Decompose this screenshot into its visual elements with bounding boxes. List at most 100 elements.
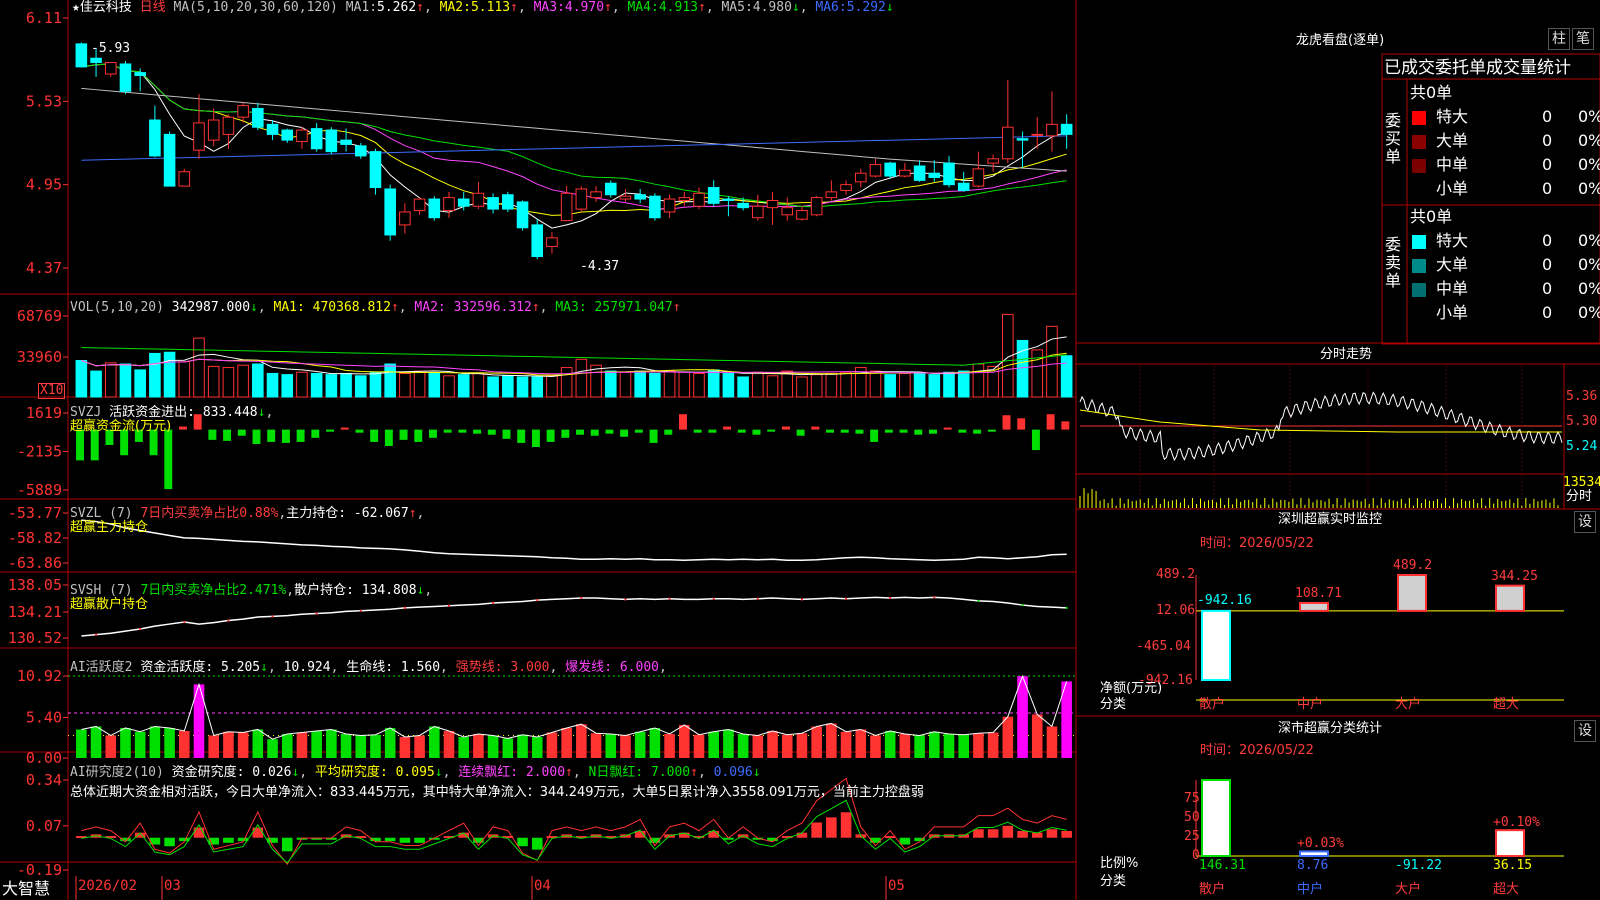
- svzj-bar: [326, 429, 334, 432]
- monitor-tick-3: -465.04: [1136, 639, 1191, 654]
- svzj-bar: [223, 429, 232, 441]
- svzj-bar: [899, 429, 908, 433]
- svzl-arrow: ↑: [408, 506, 417, 521]
- candle-body: [737, 202, 749, 209]
- candle-body: [384, 188, 396, 236]
- ma4-name: MA4: [627, 0, 652, 15]
- x-axis-label: 05: [888, 878, 905, 894]
- svzj-bar: [737, 429, 746, 433]
- svsh-dot: [315, 612, 318, 615]
- monitor-settings-button[interactable]: 设: [1574, 511, 1596, 533]
- ai-last-arrow: ↓: [752, 765, 761, 780]
- svzl-tick: -58.82: [8, 529, 62, 547]
- dragon-header: 已成交委托单成交量统计: [1384, 58, 1571, 78]
- volume-bar: [546, 375, 558, 398]
- svzj-bar: [781, 426, 790, 430]
- buy-total: 共0单: [1410, 83, 1453, 102]
- tick-view-button[interactable]: 笔: [1572, 28, 1594, 50]
- candle-body: [957, 182, 970, 191]
- svsh-dot: [933, 596, 936, 599]
- ai-red-label: 连续飘红: [458, 765, 511, 780]
- buy-row-label: 小单: [1436, 179, 1469, 198]
- svzj-bar: [531, 429, 540, 448]
- ai-active-bar: [267, 739, 278, 758]
- ai-research-bar: [1017, 830, 1028, 838]
- volume-bar: [384, 363, 396, 398]
- buy-row-count: 0: [1542, 179, 1553, 198]
- svzj-tick: -5889: [17, 481, 62, 499]
- stock-star-icon: ★: [72, 0, 80, 15]
- price-tick: 4.37: [26, 259, 62, 277]
- svsh-value: 134.808: [361, 583, 417, 598]
- ai-strong-label: 强势线: [455, 660, 495, 675]
- ai-research-bar: [414, 837, 425, 843]
- ai-research-header: AI研究度2(10) 资金研究度: 0.026↓, 平均研究度: 0.095↓,…: [70, 765, 761, 780]
- sell-row-label: 大单: [1436, 255, 1469, 274]
- ai-active-bar: [370, 734, 381, 758]
- classify-axis-label2: 分类: [1100, 874, 1127, 889]
- svzj-bar: [884, 429, 893, 433]
- price-tick: 4.95: [26, 176, 62, 194]
- intraday-tick-2: 5.30: [1566, 414, 1598, 429]
- candle-body: [928, 172, 941, 178]
- vol-title: VOL(5,10,20): [70, 300, 164, 315]
- ai-research-bar: [252, 827, 264, 838]
- classify-settings-button[interactable]: 设: [1574, 720, 1596, 742]
- classify-bar-label: +0.10%: [1493, 815, 1540, 831]
- svsh-dot: [536, 599, 539, 602]
- svsh-dot: [1021, 604, 1024, 607]
- high-label: -5.93: [91, 41, 130, 56]
- svzj-bar: [399, 429, 408, 440]
- volume-bar: [1060, 355, 1073, 398]
- ma3-name: MA3: [533, 0, 558, 15]
- ai-active-bar: [605, 733, 617, 758]
- buy-row-pct: 0%: [1578, 155, 1600, 174]
- svzj-bar: [840, 429, 849, 433]
- ai-research-bar: [899, 837, 911, 845]
- candle-body: [840, 184, 852, 191]
- volume-bar: [825, 372, 838, 398]
- volume-bar: [516, 376, 529, 398]
- ai-research-bar: [164, 837, 175, 847]
- svzj-bar: [517, 429, 526, 443]
- ai-active-bar: [679, 724, 690, 758]
- candle-body: [899, 169, 911, 177]
- vol-ma3-value: 257971.047: [594, 300, 673, 315]
- ai-research-bar: [267, 837, 278, 843]
- volume-bar: [428, 372, 441, 398]
- volume-bar: [884, 374, 896, 398]
- volume-bar: [604, 370, 617, 398]
- candle-body: [443, 197, 455, 212]
- classify-bar: [1299, 850, 1329, 858]
- volume-bar: [972, 363, 985, 398]
- ai-active-bar: [487, 735, 499, 758]
- volume-bar: [207, 365, 220, 398]
- ai-active-bar: [340, 733, 352, 758]
- ai-active-header: AI活跃度2 资金活跃度: 5.205↓, 10.924, 生命线: 1.560…: [70, 660, 667, 675]
- monitor-bar: [1495, 584, 1525, 612]
- volume-bar: [1016, 339, 1029, 398]
- period-label[interactable]: 日线: [140, 0, 166, 15]
- svsh-dot: [624, 598, 627, 601]
- sell-row-count: 0: [1542, 303, 1553, 322]
- candle-body: [413, 198, 426, 212]
- ai-active-bar: [326, 729, 337, 758]
- monitor-bar: [1299, 601, 1329, 612]
- vol-ma1-arrow: ↑: [390, 300, 399, 315]
- bar-view-button[interactable]: 柱: [1548, 28, 1570, 50]
- ai-research-label: 资金研究度: [171, 765, 237, 780]
- candle-body: [796, 210, 808, 220]
- candle-body: [457, 198, 470, 207]
- dragon-title: 龙虎看盘(逐单): [1296, 33, 1385, 48]
- volume-bar: [722, 372, 735, 398]
- sell-row-label: 特大: [1436, 231, 1469, 250]
- stock-name[interactable]: 佳云科技: [80, 0, 132, 15]
- svzj-bar: [370, 429, 379, 442]
- candle-body: [296, 129, 308, 143]
- volume-bar: [810, 374, 823, 398]
- ai-active-bar: [899, 733, 911, 758]
- classify-bar: [1495, 829, 1525, 857]
- ai-red-value: 2.000: [525, 765, 566, 780]
- volume-bar: [222, 367, 235, 398]
- buy-row-label: 特大: [1436, 107, 1469, 126]
